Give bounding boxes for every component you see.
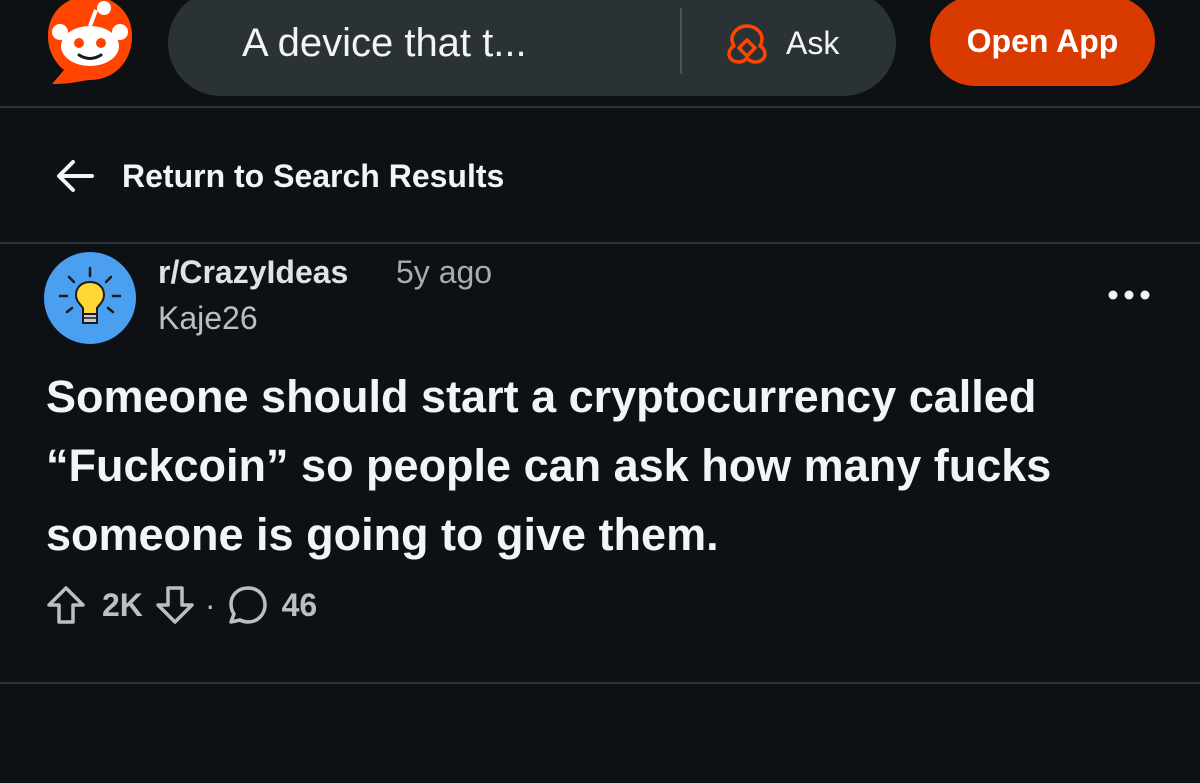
downvote-icon[interactable] [155,584,195,626]
post-age: 5y ago [396,254,493,290]
post-author[interactable]: Kaje26 [158,300,258,337]
upvote-count: 2K [102,586,143,623]
back-bar: Return to Search Results [0,110,1200,244]
subreddit-name[interactable]: r/CrazyIdeas [158,254,348,291]
action-separator: · [204,586,216,623]
ask-button[interactable]: Ask [726,0,839,96]
search-query[interactable]: A device that t... [242,0,527,96]
arrow-left-icon [57,160,94,192]
post-card[interactable]: r/CrazyIdeas 5y ago Kaje26 Someone shoul… [0,246,1200,684]
post-actions: 2K · 46 [46,582,317,628]
open-app-button[interactable]: Open App [930,0,1155,86]
post-title[interactable]: Someone should start a cryptocurrency ca… [46,362,1156,569]
more-options-icon[interactable] [1106,282,1152,308]
upvote-icon[interactable] [46,584,86,626]
return-to-search-link[interactable]: Return to Search Results [54,146,504,206]
top-bar: A device that t... Ask Open App [0,0,1200,108]
search-bar[interactable]: A device that t... Ask [168,0,896,96]
comment-count[interactable]: 46 [282,587,318,624]
back-label: Return to Search Results [122,157,505,194]
reddit-logo-icon[interactable] [44,0,136,86]
search-divider [680,8,682,74]
reddit-answers-icon [727,24,767,64]
comment-icon[interactable] [226,583,270,627]
ask-label: Ask [786,24,840,61]
subreddit-avatar[interactable] [44,252,136,344]
